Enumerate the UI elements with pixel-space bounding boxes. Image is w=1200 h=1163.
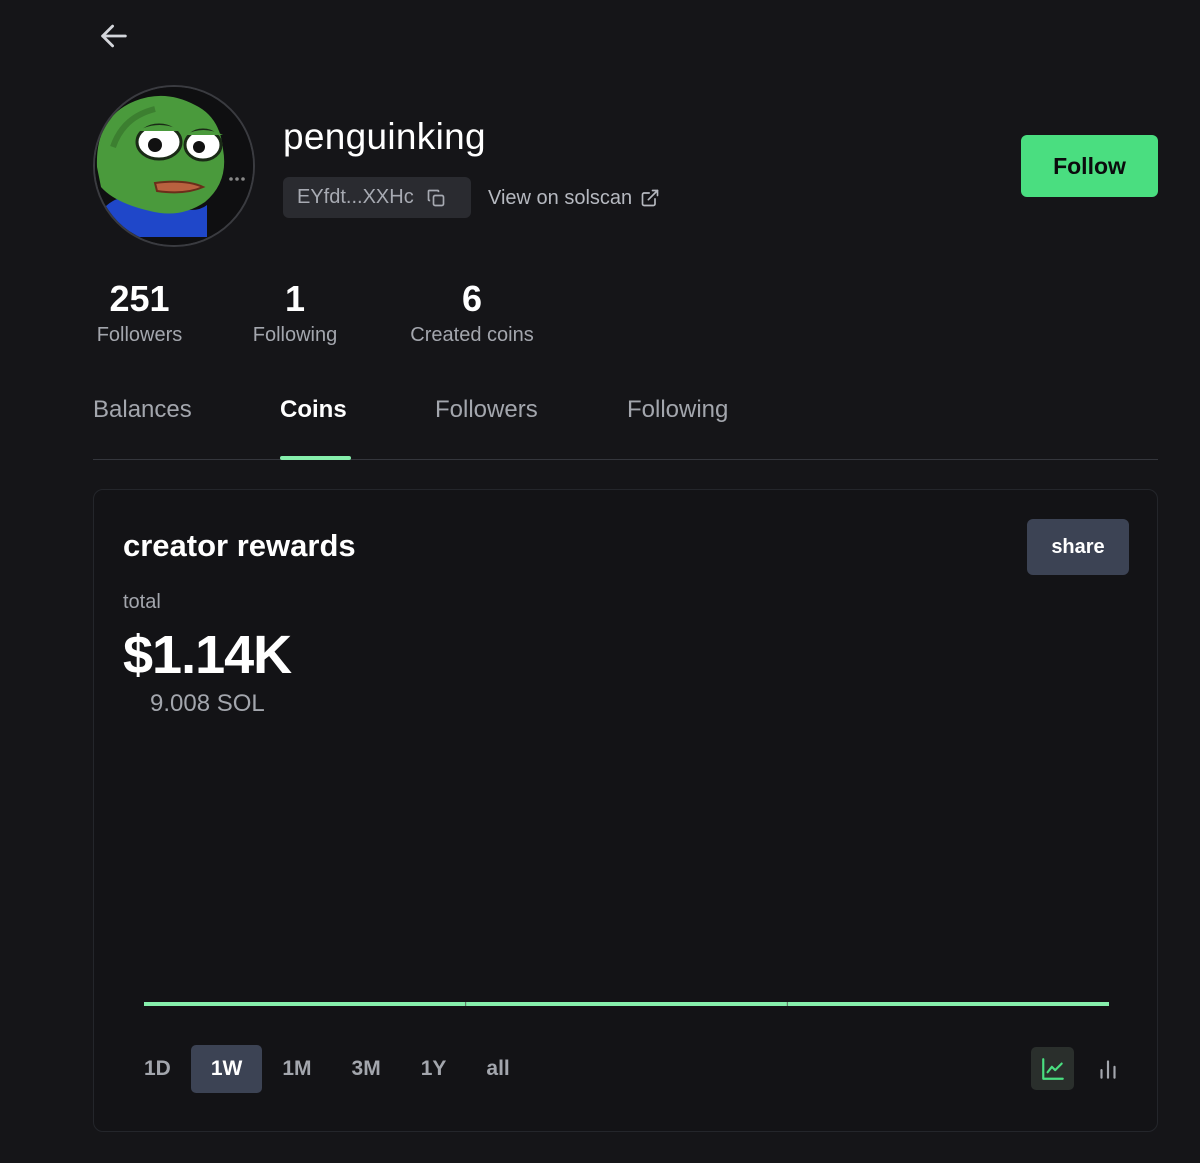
tab-coins[interactable]: Coins <box>280 396 347 424</box>
range-3m[interactable]: 3M <box>332 1045 401 1093</box>
creator-rewards-card: creator rewards share total $1.14K 9.008… <box>93 489 1158 1132</box>
profile-tabs: Balances Coins Followers Following <box>93 388 1158 460</box>
share-button[interactable]: share <box>1027 519 1129 575</box>
range-all[interactable]: all <box>466 1045 529 1093</box>
arrow-left-icon <box>101 24 127 48</box>
chart-view-toggle <box>1031 1047 1129 1090</box>
range-1m[interactable]: 1M <box>262 1045 331 1093</box>
tab-following[interactable]: Following <box>627 396 728 424</box>
range-1d[interactable]: 1D <box>124 1045 191 1093</box>
card-title: creator rewards <box>123 528 356 563</box>
bar-chart-icon <box>1099 1059 1116 1079</box>
back-button[interactable] <box>94 16 134 56</box>
avatar <box>93 85 255 247</box>
line-chart-icon <box>1041 1057 1064 1080</box>
external-link-icon <box>641 189 659 207</box>
range-1y[interactable]: 1Y <box>401 1045 467 1093</box>
stat-label: Created coins <box>410 324 534 346</box>
solscan-link-label: View on solscan <box>488 186 633 209</box>
bar-view-button[interactable] <box>1086 1047 1129 1090</box>
time-range-selector: 1D 1W 1M 3M 1Y all <box>124 1044 530 1094</box>
profile-page: penguinking EYfdt...XXHc View on solscan… <box>0 0 1200 1163</box>
rewards-chart <box>144 1002 1109 1006</box>
stat-value: 1 <box>284 278 306 319</box>
username: penguinking <box>283 116 486 157</box>
address-chip[interactable]: EYfdt...XXHc <box>283 177 471 218</box>
line-view-button[interactable] <box>1031 1047 1074 1090</box>
wallet-address: EYfdt...XXHc <box>297 186 414 208</box>
stat-value: 6 <box>461 278 483 319</box>
stat-following[interactable]: 1 Following <box>248 278 342 347</box>
total-label: total <box>123 591 161 613</box>
tab-balances[interactable]: Balances <box>93 396 192 424</box>
total-sol-value: 9.008 SOL <box>150 690 265 717</box>
tab-followers[interactable]: Followers <box>435 396 538 424</box>
range-1w[interactable]: 1W <box>190 1045 263 1093</box>
follow-button[interactable]: Follow <box>1021 135 1158 197</box>
stat-label: Followers <box>96 324 183 346</box>
total-usd-value: $1.14K <box>123 625 292 685</box>
stat-value: 251 <box>109 278 170 319</box>
solscan-link[interactable]: View on solscan <box>488 184 660 212</box>
stat-label: Following <box>252 324 338 346</box>
stat-followers[interactable]: 251 Followers <box>93 278 186 347</box>
copy-icon[interactable] <box>426 188 446 208</box>
active-tab-indicator <box>280 456 351 460</box>
stat-created-coins[interactable]: 6 Created coins <box>402 278 542 347</box>
